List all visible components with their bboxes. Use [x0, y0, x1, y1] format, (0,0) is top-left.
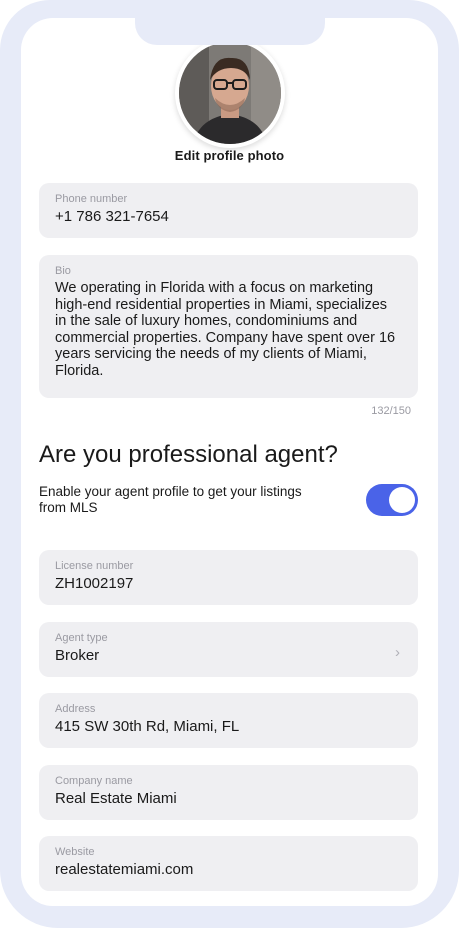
agent-section-heading: Are you professional agent? — [39, 441, 338, 468]
company-label: Company name — [55, 775, 133, 787]
edit-photo-link[interactable]: Edit profile photo — [21, 148, 438, 163]
license-label: License number — [55, 560, 134, 572]
screen: Edit profile photo Phone number +1 786 3… — [21, 18, 438, 906]
bio-value: We operating in Florida with a focus on … — [55, 280, 396, 379]
company-name-field[interactable]: Company name Real Estate Miami — [39, 765, 418, 820]
phone-frame: Edit profile photo Phone number +1 786 3… — [0, 0, 459, 928]
notch — [135, 18, 325, 45]
company-value: Real Estate Miami — [55, 790, 177, 807]
address-value: 415 SW 30th Rd, Miami, FL — [55, 718, 240, 735]
agent-type-value: Broker — [55, 647, 100, 664]
bio-char-counter: 132/150 — [371, 405, 411, 417]
chevron-right-icon: › — [395, 644, 400, 661]
avatar-photo — [179, 42, 281, 144]
toggle-knob — [389, 487, 415, 513]
website-value: realestatemiami.com — [55, 861, 194, 878]
avatar[interactable] — [175, 38, 285, 148]
bio-field[interactable]: Bio We operating in Florida with a focus… — [39, 255, 418, 398]
website-label: Website — [55, 846, 95, 858]
address-field[interactable]: Address 415 SW 30th Rd, Miami, FL — [39, 693, 418, 748]
website-field[interactable]: Website realestatemiami.com — [39, 836, 418, 891]
phone-label: Phone number — [55, 193, 128, 205]
agent-type-label: Agent type — [55, 632, 108, 644]
phone-value: +1 786 321-7654 — [55, 208, 169, 225]
agent-type-select[interactable]: Agent type Broker › — [39, 622, 418, 677]
bio-label: Bio — [55, 265, 71, 277]
address-label: Address — [55, 703, 96, 715]
agent-toggle-description: Enable your agent profile to get your li… — [39, 484, 302, 515]
license-number-field[interactable]: License number ZH1002197 — [39, 550, 418, 605]
license-value: ZH1002197 — [55, 575, 134, 592]
agent-profile-toggle[interactable] — [366, 484, 418, 516]
phone-field[interactable]: Phone number +1 786 321-7654 — [39, 183, 418, 238]
